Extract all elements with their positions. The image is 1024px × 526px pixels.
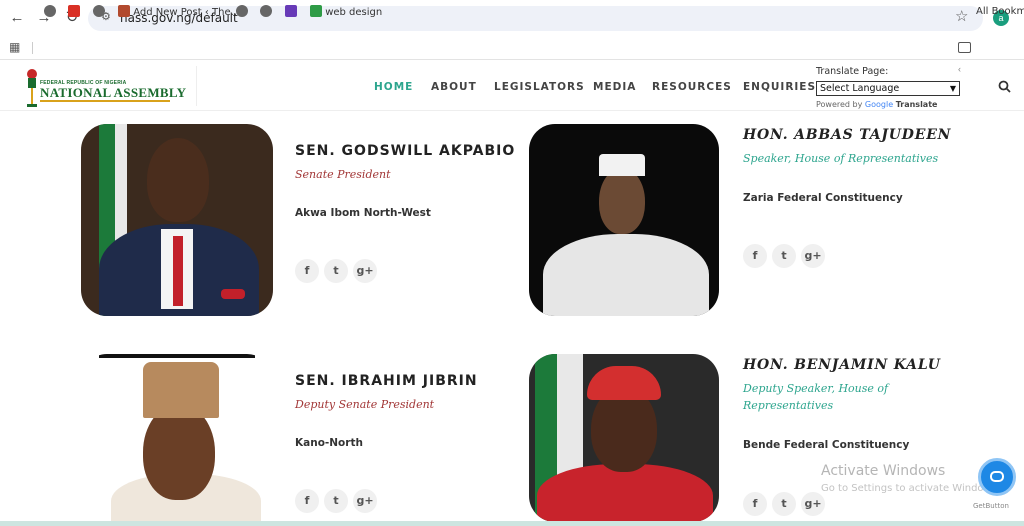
leader-role-line2: Representatives	[743, 399, 834, 412]
leader-role-line1: Deputy Speaker, House of	[743, 382, 889, 395]
chat-widget-button[interactable]	[978, 458, 1016, 496]
twitter-icon[interactable]: t	[772, 492, 796, 516]
leader-role: Senate President	[295, 168, 391, 181]
globe-icon	[44, 5, 56, 17]
translate-label: Translate Page:	[816, 66, 889, 77]
site-logo[interactable]: FEDERAL REPUBLIC OF NIGERIA NATIONAL ASS…	[25, 66, 195, 108]
translate-link[interactable]: Translate	[896, 100, 938, 109]
googleplus-icon[interactable]: g+	[801, 244, 825, 268]
photo-kalu	[529, 354, 719, 522]
cap	[599, 154, 645, 176]
face	[143, 404, 215, 500]
search-icon[interactable]	[998, 80, 1011, 93]
all-bookmarks[interactable]: All Bookmar	[976, 5, 1024, 19]
logo-underline	[40, 100, 170, 102]
bookmark-web-design[interactable]: web design	[310, 5, 382, 19]
google-text: Google	[864, 100, 894, 109]
photo-akpabio	[81, 124, 273, 316]
attire	[537, 464, 713, 522]
photo-top-edge	[99, 354, 255, 358]
googleplus-icon[interactable]: g+	[353, 489, 377, 513]
activate-windows-title: Activate Windows	[821, 463, 946, 479]
leader-constituency: Kano-North	[295, 437, 363, 449]
chatbot-icon	[990, 471, 1004, 482]
leader-constituency: Bende Federal Constituency	[743, 439, 910, 451]
twitter-icon[interactable]: t	[324, 489, 348, 513]
bookmark-gmail[interactable]	[68, 5, 80, 19]
leader-constituency: Zaria Federal Constituency	[743, 192, 903, 204]
bookmark-site-icon	[118, 5, 130, 17]
powered-by-text: Powered by	[816, 100, 863, 109]
pocket-square	[221, 289, 245, 299]
bottom-strip	[0, 521, 1024, 526]
header-divider	[196, 66, 197, 106]
leader-name[interactable]: HON. BENJAMIN KALU	[743, 357, 941, 373]
leader-name[interactable]: HON. ABBAS TAJUDEEN	[743, 127, 951, 143]
gmail-icon	[68, 5, 80, 17]
bookmark-label: Add New Post ‹ The...	[133, 7, 241, 18]
bookmark-globe-2[interactable]	[93, 5, 105, 19]
language-select[interactable]: Select Language ▼	[816, 81, 960, 96]
forms-icon	[285, 5, 297, 17]
back-arrow-icon[interactable]: ←	[8, 9, 26, 27]
photo-abbas	[529, 124, 719, 316]
bookmark-globe-1[interactable]	[44, 5, 56, 19]
leader-role: Speaker, House of Representatives	[743, 152, 939, 165]
face	[147, 138, 209, 222]
sheet-icon	[310, 5, 322, 17]
getbutton-credit[interactable]: GetButton	[973, 502, 1009, 510]
googleplus-icon[interactable]: g+	[801, 492, 825, 516]
leader-role: Deputy Senate President	[295, 398, 435, 411]
globe-icon	[236, 5, 248, 17]
bookmark-globe-4[interactable]	[260, 5, 272, 19]
twitter-icon[interactable]: t	[324, 259, 348, 283]
facebook-icon[interactable]: f	[295, 259, 319, 283]
face	[599, 168, 645, 234]
apps-grid-icon[interactable]: ▦	[9, 41, 21, 53]
robe	[543, 234, 709, 316]
folder-icon	[958, 42, 971, 53]
bookmark-star-icon[interactable]: ☆	[955, 9, 971, 25]
googleplus-icon[interactable]: g+	[353, 259, 377, 283]
chevron-down-icon: ▼	[949, 84, 956, 93]
bookmark-label: web design	[325, 7, 383, 18]
bookmark-forms[interactable]	[285, 5, 297, 19]
nav-media[interactable]: MEDIA	[593, 81, 636, 93]
facebook-icon[interactable]: f	[743, 244, 767, 268]
coat-of-arms-icon	[27, 69, 37, 107]
nav-resources[interactable]: RESOURCES	[652, 81, 732, 93]
globe-icon	[93, 5, 105, 17]
leader-constituency: Akwa Ibom North-West	[295, 207, 431, 219]
nav-home[interactable]: HOME	[374, 81, 413, 93]
nav-enquiries[interactable]: ENQUIRIES	[743, 81, 816, 93]
bookmark-globe-3[interactable]	[236, 5, 248, 19]
nav-about[interactable]: ABOUT	[431, 81, 477, 93]
red-cap	[587, 366, 661, 400]
logo-title: NATIONAL ASSEMBLY	[40, 85, 187, 100]
bookmark-add-new-post[interactable]: Add New Post ‹ The...	[118, 5, 240, 19]
cap	[143, 362, 219, 418]
language-select-value: Select Language	[820, 83, 900, 94]
facebook-icon[interactable]: f	[743, 492, 767, 516]
leader-name[interactable]: SEN. GODSWILL AKPABIO	[295, 143, 515, 159]
globe-icon	[260, 5, 272, 17]
leader-name[interactable]: SEN. IBRAHIM JIBRIN	[295, 373, 478, 389]
bookmarks-separator	[32, 42, 33, 54]
activate-windows-subtitle: Go to Settings to activate Windows.	[821, 483, 1001, 494]
powered-by-google: Powered by Google Translate	[816, 100, 937, 109]
translate-collapse-icon[interactable]: ‹	[958, 64, 961, 74]
twitter-icon[interactable]: t	[772, 244, 796, 268]
tie	[173, 236, 183, 306]
bookmarks-bar	[0, 36, 1024, 60]
photo-jibrin	[81, 354, 273, 526]
facebook-icon[interactable]: f	[295, 489, 319, 513]
nav-legislators[interactable]: LEGISLATORS	[494, 81, 585, 93]
